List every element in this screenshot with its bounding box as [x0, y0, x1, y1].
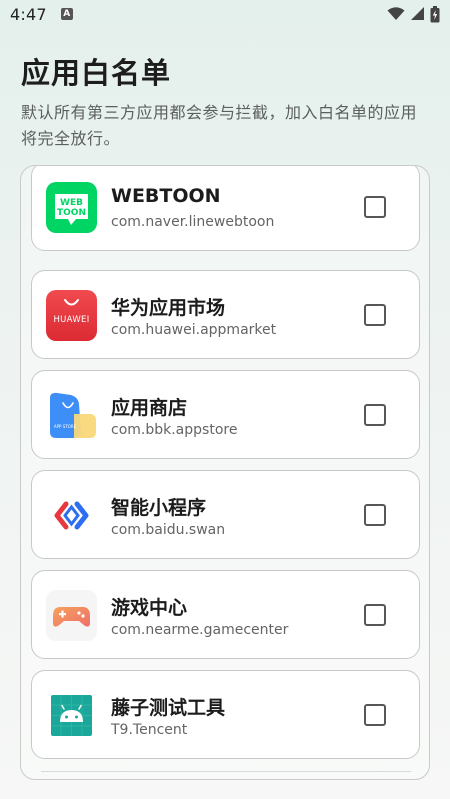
whitelist-checkbox[interactable]	[364, 604, 386, 626]
wifi-icon	[387, 7, 405, 21]
huawei-appgallery-icon: HUAWEI	[46, 290, 97, 341]
app-name: 智能小程序	[111, 497, 207, 519]
svg-text:APP STORE: APP STORE	[54, 424, 77, 429]
whitelist-checkbox[interactable]	[364, 404, 386, 426]
app-item-webtoon[interactable]: WEB TOON WEBTOON com.naver.linewebtoon	[31, 166, 420, 251]
app-name: 游戏中心	[111, 597, 188, 619]
whitelist-checkbox[interactable]	[364, 304, 386, 326]
app-whitelist-list[interactable]: WEB TOON WEBTOON com.naver.linewebtoon H…	[20, 165, 430, 780]
app-name: 藤子测试工具	[111, 697, 226, 719]
game-center-icon	[46, 590, 97, 641]
cellular-signal-icon	[410, 7, 425, 21]
whitelist-checkbox[interactable]	[364, 704, 386, 726]
notification-badge: A	[60, 8, 73, 20]
status-bar: 4:47 A	[0, 0, 450, 28]
page-title: 应用白名单	[21, 56, 172, 90]
list-divider	[41, 771, 411, 772]
svg-text:HUAWEI: HUAWEI	[53, 315, 89, 325]
android-robot-icon	[46, 690, 97, 741]
app-name: 应用商店	[111, 397, 188, 419]
app-item-game-center[interactable]: 游戏中心 com.nearme.gamecenter	[31, 570, 420, 659]
app-package: com.naver.linewebtoon	[111, 214, 275, 230]
app-item-baidu-swan[interactable]: 智能小程序 com.baidu.swan	[31, 470, 420, 559]
vivo-appstore-icon: APP STORE	[46, 390, 97, 441]
app-item-bbk-appstore[interactable]: APP STORE 应用商店 com.bbk.appstore	[31, 370, 420, 459]
svg-text:TOON: TOON	[57, 208, 86, 218]
battery-charging-icon	[430, 5, 440, 23]
status-time: 4:47	[10, 4, 47, 24]
app-name: WEBTOON	[111, 185, 221, 207]
app-package: com.baidu.swan	[111, 522, 226, 538]
page-description: 默认所有第三方应用都会参与拦截，加入白名单的应用将完全放行。	[21, 103, 418, 148]
whitelist-checkbox[interactable]	[364, 196, 386, 218]
whitelist-checkbox[interactable]	[364, 504, 386, 526]
svg-text:WEB: WEB	[60, 198, 83, 208]
app-package: com.bbk.appstore	[111, 422, 238, 438]
app-package: com.nearme.gamecenter	[111, 622, 289, 638]
app-item-huawei-appmarket[interactable]: HUAWEI 华为应用市场 com.huawei.appmarket	[31, 270, 420, 359]
baidu-smart-mini-program-icon	[46, 490, 97, 541]
app-package: T9.Tencent	[111, 722, 188, 738]
webtoon-app-icon: WEB TOON	[46, 182, 97, 233]
app-item-t9-tencent[interactable]: 藤子测试工具 T9.Tencent	[31, 670, 420, 759]
status-icons	[387, 5, 440, 23]
app-package: com.huawei.appmarket	[111, 322, 277, 338]
app-name: 华为应用市场	[111, 297, 226, 319]
